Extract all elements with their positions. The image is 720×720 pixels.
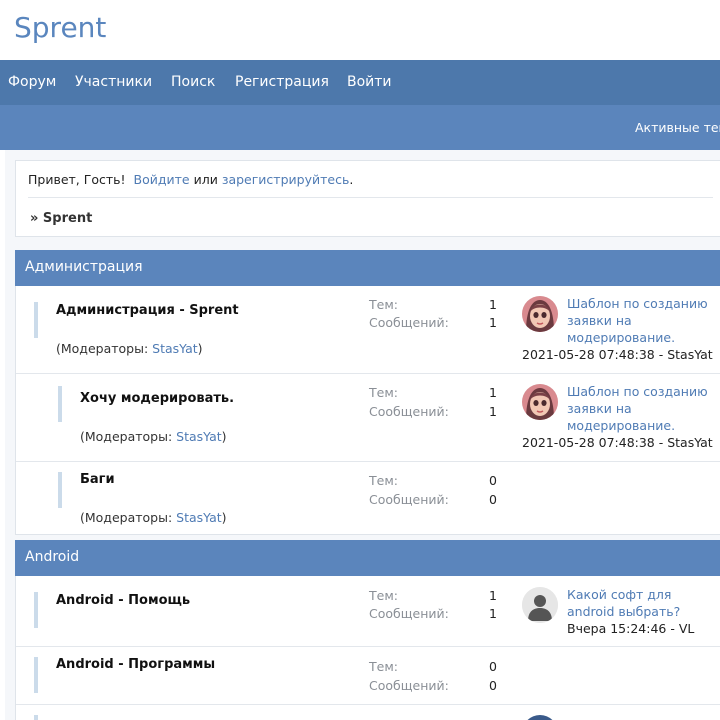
- login-link[interactable]: Войдите: [134, 172, 190, 187]
- moderators-label: (Модераторы:: [80, 429, 177, 444]
- period-text: .: [349, 172, 354, 187]
- topics-count: 0: [489, 659, 497, 674]
- moderators-label: (Модераторы:: [80, 510, 177, 525]
- forum-moderators: (Модераторы: StasYat): [80, 429, 227, 444]
- last-post-title[interactable]: Шаблон по созданию заявки на модерирован…: [567, 295, 717, 346]
- posts-label: Сообщений:: [369, 404, 449, 419]
- posts-count: 1: [489, 606, 497, 621]
- topics-count: 1: [489, 297, 497, 312]
- active-topics-link[interactable]: Активные тем: [635, 120, 720, 135]
- site-logo[interactable]: Sprent: [14, 11, 106, 44]
- moderator-link[interactable]: StasYat: [176, 510, 221, 525]
- moderators-close: ): [221, 510, 227, 525]
- category-android: Android Android - Помощь Тем: 1 Сообщени…: [15, 540, 720, 720]
- posts-count: 0: [489, 492, 497, 507]
- greeting-text: Привет, Гость!: [28, 172, 126, 187]
- posts-label: Сообщений:: [369, 315, 449, 330]
- user-avatar-icon[interactable]: [522, 715, 558, 720]
- topics-label: Тем:: [369, 473, 398, 488]
- last-post-title[interactable]: Шаблон по созданию заявки на модерирован…: [567, 383, 717, 434]
- moderators-close: ): [221, 429, 227, 444]
- topics-label: Тем:: [369, 297, 398, 312]
- sub-bar: Активные тем: [0, 105, 720, 150]
- category-header[interactable]: Администрация: [15, 250, 720, 286]
- last-post-title[interactable]: Какой софт для android выбрать?: [567, 586, 717, 620]
- main-content: Привет, Гость! Войдите или зарегистрируй…: [5, 150, 720, 720]
- forum-accent-bar: [34, 592, 38, 628]
- topics-count: 0: [489, 473, 497, 488]
- last-post-meta: 2021-05-28 07:48:38 - StasYat: [522, 347, 713, 362]
- nav-members[interactable]: Участники: [75, 74, 152, 90]
- forum-name[interactable]: Администрация - Sprent: [56, 303, 239, 318]
- topics-label: Тем:: [369, 385, 398, 400]
- forum-accent-bar: [58, 386, 62, 422]
- forum-name[interactable]: Android - Программы: [56, 657, 215, 672]
- forum-row-partial: [16, 705, 720, 720]
- category-title: Администрация: [25, 259, 143, 275]
- posts-label: Сообщений:: [369, 678, 449, 693]
- posts-count: 1: [489, 315, 497, 330]
- moderator-link[interactable]: StasYat: [152, 341, 197, 356]
- moderators-label: (Модераторы:: [56, 341, 153, 356]
- posts-label: Сообщений:: [369, 492, 449, 507]
- moderator-link[interactable]: StasYat: [176, 429, 221, 444]
- breadcrumb[interactable]: » Sprent: [30, 211, 92, 226]
- forum-row: Android - Программы Тем: 0 Сообщений: 0: [16, 647, 720, 705]
- main-nav: Форум Участники Поиск Регистрация Войти: [0, 60, 720, 105]
- category-header[interactable]: Android: [15, 540, 720, 576]
- topics-count: 1: [489, 385, 497, 400]
- posts-label: Сообщений:: [369, 606, 449, 621]
- forum-accent-bar: [34, 657, 38, 693]
- nav-register[interactable]: Регистрация: [235, 74, 329, 90]
- forum-name[interactable]: Баги: [80, 472, 115, 487]
- posts-count: 0: [489, 678, 497, 693]
- nav-forum[interactable]: Форум: [8, 74, 56, 90]
- forum-accent-bar: [58, 472, 62, 508]
- forum-moderators: (Модераторы: StasYat): [56, 341, 203, 356]
- topics-count: 1: [489, 588, 497, 603]
- forum-accent-bar: [34, 715, 38, 720]
- girl-avatar-icon[interactable]: [522, 384, 558, 420]
- last-post-meta: 2021-05-28 07:48:38 - StasYat: [522, 435, 713, 450]
- nav-search[interactable]: Поиск: [171, 74, 215, 90]
- welcome-box: Привет, Гость! Войдите или зарегистрируй…: [15, 160, 720, 237]
- welcome-line: Привет, Гость! Войдите или зарегистрируй…: [28, 172, 353, 187]
- topics-label: Тем:: [369, 588, 398, 603]
- posts-count: 1: [489, 404, 497, 419]
- site-header: Sprent: [0, 0, 720, 60]
- topics-label: Тем:: [369, 659, 398, 674]
- last-post-meta: Вчера 15:24:46 - VL: [567, 621, 695, 636]
- register-link[interactable]: зарегистрируйтесь: [222, 172, 350, 187]
- forum-name[interactable]: Android - Помощь: [56, 593, 190, 608]
- girl-avatar-icon[interactable]: [522, 296, 558, 332]
- forum-name[interactable]: Хочу модерировать.: [80, 391, 234, 406]
- forum-moderators: (Модераторы: StasYat): [80, 510, 227, 525]
- or-text: или: [193, 172, 218, 187]
- nav-login[interactable]: Войти: [347, 74, 392, 90]
- forum-row: Хочу модерировать. (Модераторы: StasYat)…: [16, 374, 720, 462]
- category-administration: Администрация Администрация - Sprent (Мо…: [15, 250, 720, 535]
- divider: [28, 197, 713, 198]
- forum-row: Администрация - Sprent (Модераторы: Stas…: [16, 286, 720, 374]
- category-title: Android: [25, 549, 80, 565]
- default-user-avatar-icon[interactable]: [522, 587, 558, 623]
- forum-row: Android - Помощь Тем: 1 Сообщений: 1 Как…: [16, 576, 720, 647]
- moderators-close: ): [197, 341, 203, 356]
- forum-accent-bar: [34, 302, 38, 338]
- forum-row: Баги (Модераторы: StasYat) Тем: 0 Сообще…: [16, 462, 720, 535]
